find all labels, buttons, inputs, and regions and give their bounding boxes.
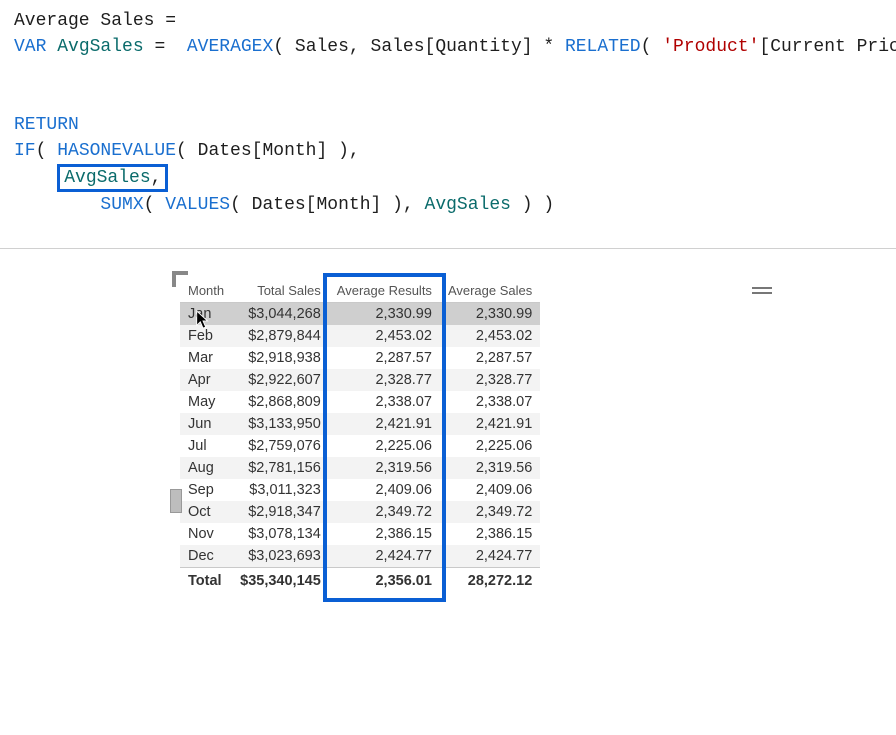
table-row[interactable]: Jan$3,044,2682,330.992,330.99 — [180, 303, 540, 326]
table-row[interactable]: Jul$2,759,0762,225.062,225.06 — [180, 435, 540, 457]
total-average-results: 2,356.01 — [329, 568, 440, 593]
cell-total-sales: $2,922,607 — [232, 369, 329, 391]
cell-average-results: 2,409.06 — [329, 479, 440, 501]
table-row[interactable]: Mar$2,918,9382,287.572,287.57 — [180, 347, 540, 369]
kw-values: VALUES — [165, 195, 230, 215]
table-row[interactable]: Sep$3,011,3232,409.062,409.06 — [180, 479, 540, 501]
header-average-sales[interactable]: Average Sales — [440, 279, 540, 303]
header-total-sales[interactable]: Total Sales — [232, 279, 329, 303]
cell-total-sales: $2,918,347 — [232, 501, 329, 523]
cell-average-sales: 2,421.91 — [440, 413, 540, 435]
cell-total-sales: $3,044,268 — [232, 303, 329, 326]
table-row[interactable]: Jun$3,133,9502,421.912,421.91 — [180, 413, 540, 435]
total-total-sales: $35,340,145 — [232, 568, 329, 593]
kw-related: RELATED — [565, 37, 641, 57]
table-row[interactable]: Nov$3,078,1342,386.152,386.15 — [180, 523, 540, 545]
mouse-cursor-icon — [194, 309, 212, 336]
header-average-results[interactable]: Average Results — [329, 279, 440, 303]
dax-formula-editor[interactable]: Average Sales = VAR AvgSales = AVERAGEX(… — [0, 0, 896, 248]
cell-average-sales: 2,409.06 — [440, 479, 540, 501]
cell-average-results: 2,453.02 — [329, 325, 440, 347]
cell-average-sales: 2,453.02 — [440, 325, 540, 347]
highlighted-variable: AvgSales, — [57, 164, 168, 192]
var-name: AvgSales — [57, 37, 143, 57]
cell-month: Jul — [180, 435, 232, 457]
cell-average-results: 2,287.57 — [329, 347, 440, 369]
table-row[interactable]: Apr$2,922,6072,328.772,328.77 — [180, 369, 540, 391]
cell-total-sales: $2,759,076 — [232, 435, 329, 457]
cell-month: Nov — [180, 523, 232, 545]
cell-total-sales: $3,023,693 — [232, 545, 329, 568]
cell-month: Mar — [180, 347, 232, 369]
resize-handle-nw[interactable] — [172, 271, 188, 287]
cell-average-results: 2,349.72 — [329, 501, 440, 523]
cell-month: Dec — [180, 545, 232, 568]
cell-average-results: 2,319.56 — [329, 457, 440, 479]
table-row[interactable]: Dec$3,023,6932,424.772,424.77 — [180, 545, 540, 568]
cell-month: Apr — [180, 369, 232, 391]
cell-total-sales: $3,133,950 — [232, 413, 329, 435]
kw-averagex: AVERAGEX — [187, 37, 273, 57]
cell-average-results: 2,330.99 — [329, 303, 440, 326]
resize-handle-w[interactable] — [170, 489, 182, 513]
data-table: Month Total Sales Average Results Averag… — [180, 279, 540, 592]
cell-average-sales: 2,225.06 — [440, 435, 540, 457]
cell-average-sales: 2,319.56 — [440, 457, 540, 479]
cell-average-results: 2,424.77 — [329, 545, 440, 568]
kw-var: VAR — [14, 37, 46, 57]
cell-average-sales: 2,424.77 — [440, 545, 540, 568]
cell-month: May — [180, 391, 232, 413]
cell-total-sales: $2,918,938 — [232, 347, 329, 369]
cell-total-sales: $2,879,844 — [232, 325, 329, 347]
cell-average-results: 2,225.06 — [329, 435, 440, 457]
cell-month: Sep — [180, 479, 232, 501]
cell-total-sales: $2,781,156 — [232, 457, 329, 479]
kw-return: RETURN — [14, 115, 79, 135]
cell-average-results: 2,421.91 — [329, 413, 440, 435]
total-average-sales: 28,272.12 — [440, 568, 540, 593]
kw-hasonevalue: HASONEVALUE — [57, 141, 176, 161]
cell-average-sales: 2,330.99 — [440, 303, 540, 326]
table-row[interactable]: Oct$2,918,3472,349.722,349.72 — [180, 501, 540, 523]
cell-average-sales: 2,338.07 — [440, 391, 540, 413]
total-label: Total — [180, 568, 232, 593]
cell-average-sales: 2,349.72 — [440, 501, 540, 523]
cell-total-sales: $2,868,809 — [232, 391, 329, 413]
kw-if: IF — [14, 141, 36, 161]
cell-average-sales: 2,386.15 — [440, 523, 540, 545]
table-row[interactable]: Feb$2,879,8442,453.022,453.02 — [180, 325, 540, 347]
cell-average-results: 2,386.15 — [329, 523, 440, 545]
table-row[interactable]: Aug$2,781,1562,319.562,319.56 — [180, 457, 540, 479]
cell-average-sales: 2,328.77 — [440, 369, 540, 391]
cell-average-sales: 2,287.57 — [440, 347, 540, 369]
cell-total-sales: $3,011,323 — [232, 479, 329, 501]
table-visual[interactable]: Month Total Sales Average Results Averag… — [180, 279, 780, 592]
drag-handle-icon[interactable] — [752, 285, 772, 295]
cell-average-results: 2,328.77 — [329, 369, 440, 391]
cell-month: Aug — [180, 457, 232, 479]
cell-month: Jun — [180, 413, 232, 435]
section-divider — [0, 248, 896, 249]
cell-total-sales: $3,078,134 — [232, 523, 329, 545]
table-row[interactable]: May$2,868,8092,338.072,338.07 — [180, 391, 540, 413]
kw-sumx: SUMX — [100, 195, 143, 215]
cell-month: Oct — [180, 501, 232, 523]
measure-name: Average Sales — [14, 11, 154, 31]
cell-average-results: 2,338.07 — [329, 391, 440, 413]
